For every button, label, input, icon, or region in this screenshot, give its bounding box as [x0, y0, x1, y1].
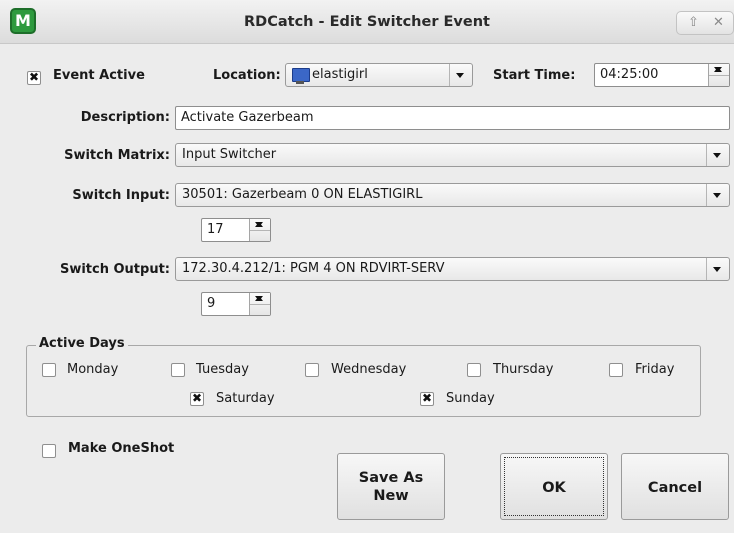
active-days-title: Active Days	[36, 336, 128, 351]
friday-label: Friday	[635, 362, 675, 377]
sunday-label: Sunday	[446, 391, 495, 406]
spin-down-icon[interactable]	[250, 219, 270, 230]
switch-input-number-spinbox[interactable]: 17	[201, 218, 271, 242]
wednesday-checkbox[interactable]	[305, 363, 319, 377]
ok-button[interactable]: OK	[500, 453, 608, 520]
chevron-down-icon	[706, 144, 729, 166]
location-label: Location:	[213, 68, 281, 83]
sunday-checkbox[interactable]	[420, 391, 434, 406]
active-days-group	[26, 345, 701, 417]
description-input[interactable]: Activate Gazerbeam	[175, 106, 730, 130]
switch-input-label: Switch Input:	[72, 188, 170, 203]
switch-output-select[interactable]: 172.30.4.212/1: PGM 4 ON RDVIRT-SERV	[175, 257, 730, 281]
tuesday-checkbox[interactable]	[171, 363, 185, 377]
close-icon[interactable]: ✕	[713, 15, 724, 30]
description-value: Activate Gazerbeam	[181, 110, 314, 125]
switch-input-number: 17	[207, 222, 224, 237]
wednesday-label: Wednesday	[331, 362, 407, 377]
saturday-checkbox[interactable]	[190, 391, 204, 406]
event-active-label: Event Active	[53, 68, 145, 83]
switch-output-number-spinbox[interactable]: 9	[201, 292, 271, 316]
chevron-down-icon	[449, 64, 472, 86]
switch-matrix-value: Input Switcher	[182, 147, 277, 162]
tuesday-label: Tuesday	[196, 362, 249, 377]
switch-input-select[interactable]: 30501: Gazerbeam 0 ON ELASTIGIRL	[175, 183, 730, 207]
window-title: RDCatch - Edit Switcher Event	[244, 14, 490, 30]
switch-output-label: Switch Output:	[59, 262, 170, 277]
chevron-down-icon	[706, 258, 729, 280]
switch-input-value: 30501: Gazerbeam 0 ON ELASTIGIRL	[182, 187, 423, 202]
save-as-new-label: Save As New	[358, 470, 424, 504]
location-select[interactable]: elastigirl	[285, 63, 473, 87]
cancel-label: Cancel	[647, 480, 703, 496]
event-active-checkbox[interactable]	[27, 70, 41, 85]
switch-matrix-label: Switch Matrix:	[64, 148, 170, 163]
start-time-label: Start Time:	[493, 68, 576, 83]
switch-matrix-select[interactable]: Input Switcher	[175, 143, 730, 167]
location-value: elastigirl	[312, 67, 368, 82]
description-label: Description:	[80, 110, 170, 125]
switch-output-number: 9	[207, 296, 216, 311]
monday-label: Monday	[67, 362, 119, 377]
thursday-label: Thursday	[493, 362, 554, 377]
switch-output-value: 172.30.4.212/1: PGM 4 ON RDVIRT-SERV	[182, 261, 445, 276]
window-controls: ⇧ ✕	[676, 11, 734, 35]
spin-down-icon[interactable]	[709, 64, 729, 75]
cancel-button[interactable]: Cancel	[621, 453, 729, 520]
monday-checkbox[interactable]	[42, 363, 56, 377]
make-oneshot-checkbox[interactable]	[42, 444, 56, 458]
ok-label: OK	[542, 480, 566, 496]
chevron-down-icon	[706, 184, 729, 206]
monitor-icon	[292, 68, 310, 84]
make-oneshot-label: Make OneShot	[68, 441, 175, 456]
save-as-new-button[interactable]: Save As New	[337, 453, 445, 520]
thursday-checkbox[interactable]	[467, 363, 481, 377]
start-time-spinbox[interactable]: 04:25:00	[594, 63, 730, 87]
saturday-label: Saturday	[216, 391, 275, 406]
spin-down-icon[interactable]	[250, 293, 270, 304]
friday-checkbox[interactable]	[609, 363, 623, 377]
minimize-icon[interactable]: ⇧	[688, 15, 699, 30]
start-time-value: 04:25:00	[600, 67, 659, 82]
